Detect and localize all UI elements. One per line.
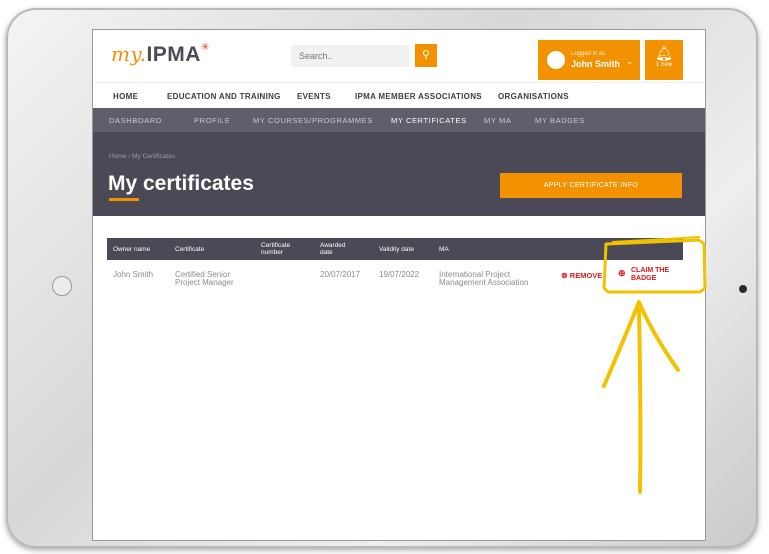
page-title: My certificates <box>108 172 254 195</box>
nav-home[interactable]: HOME <box>113 92 138 101</box>
search-button[interactable]: ⚲ <box>415 44 437 67</box>
remove-label: REMOVE <box>569 271 603 280</box>
avatar <box>547 51 565 69</box>
nav-organisations[interactable]: ORGANISATIONS <box>498 92 569 101</box>
tablet-frame: my.IPMA✳ ⚲ Logged in as John Smith ⌄ 🔔︎ … <box>6 8 758 548</box>
search-input[interactable] <box>291 45 409 67</box>
tab-dashboard[interactable]: DASHBOARD <box>109 116 162 125</box>
tab-my-ma[interactable]: MY MA <box>484 116 511 125</box>
top-bar: my.IPMA✳ ⚲ Logged in as John Smith ⌄ 🔔︎ … <box>93 30 705 82</box>
cell-ma: International Project Management Associa… <box>439 270 529 287</box>
cell-certificate: Certified Senior Project Manager <box>175 270 234 287</box>
sub-nav: DASHBOARD PROFILE MY COURSES/PROGRAMMES … <box>93 108 705 132</box>
add-circle-icon: ⊕ <box>618 268 626 278</box>
breadcrumb[interactable]: Home › My Certificates <box>109 153 175 160</box>
title-underline <box>109 198 139 201</box>
col-certificate: Certificate <box>175 246 205 253</box>
tablet-camera <box>739 285 747 293</box>
user-menu[interactable]: Logged in as John Smith ⌄ <box>538 40 640 80</box>
tab-my-badges[interactable]: MY BADGES <box>535 116 585 125</box>
cell-awarded: 20/07/2017 <box>320 270 361 279</box>
col-certificate-number: Certificate number <box>261 242 291 256</box>
tab-my-certificates[interactable]: MY CERTIFICATES <box>391 116 467 125</box>
col-awarded-date: Awarded date <box>320 242 346 256</box>
tab-my-courses[interactable]: MY COURSES/PROGRAMMES <box>253 116 373 125</box>
claim-label: CLAIM THE BADGE <box>631 267 670 282</box>
nav-education[interactable]: EDUCATION AND TRAINING <box>167 92 281 101</box>
user-name: John Smith <box>571 59 620 69</box>
bell-icon: 🔔︎ <box>655 45 673 61</box>
logo-ipma: IPMA <box>146 43 201 66</box>
logo-my: my. <box>111 42 147 66</box>
main-nav: HOME EDUCATION AND TRAINING EVENTS IPMA … <box>93 82 705 109</box>
nav-events[interactable]: EVENTS <box>297 92 331 101</box>
nav-member-associations[interactable]: IPMA MEMBER ASSOCIATIONS <box>355 92 482 101</box>
screen: my.IPMA✳ ⚲ Logged in as John Smith ⌄ 🔔︎ … <box>93 30 705 540</box>
tablet-home-button <box>52 276 72 296</box>
apply-certificate-info-button[interactable]: APPLY CERTIFICATE INFO <box>500 173 682 198</box>
cell-owner: John Smith <box>113 270 154 279</box>
cell-validity: 19/07/2022 <box>379 270 420 279</box>
table-header: Owner name Certificate Certificate numbe… <box>107 238 683 260</box>
remove-circle-icon: ⊗ <box>561 271 568 280</box>
notifications-button[interactable]: 🔔︎ 1 new <box>645 40 683 80</box>
table-row: John Smith Certified Senior Project Mana… <box>107 260 683 298</box>
search-icon: ⚲ <box>421 49 431 61</box>
chevron-down-icon: ⌄ <box>626 56 634 66</box>
notifications-count: 1 new <box>655 62 672 68</box>
page-header: Home › My Certificates My certificates A… <box>93 132 705 216</box>
logo-star-icon: ✳ <box>200 42 210 53</box>
remove-button[interactable]: ⊗ REMOVE <box>561 271 602 280</box>
col-validity-date: Validity date <box>379 246 414 253</box>
col-ma: MA <box>439 246 449 253</box>
logged-in-label: Logged in as <box>571 51 606 57</box>
tab-profile[interactable]: PROFILE <box>194 116 230 125</box>
logo[interactable]: my.IPMA✳ <box>111 42 210 67</box>
col-owner-name: Owner name <box>113 246 151 253</box>
